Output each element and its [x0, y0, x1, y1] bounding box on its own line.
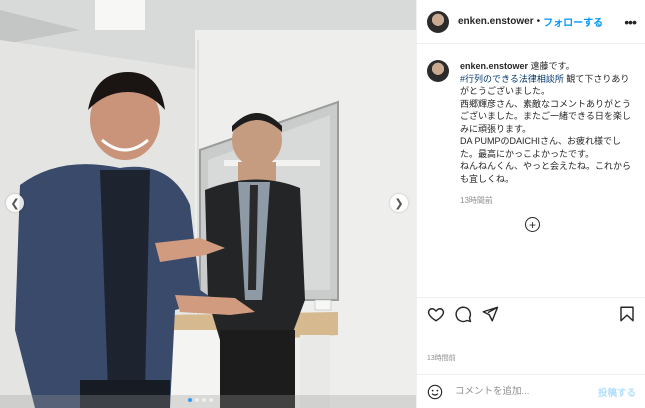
- comment-icon[interactable]: [454, 305, 472, 323]
- caption-line4: DA PUMPのDAICHIさん、お疲れ様でした。最高にかっこよかったです。: [460, 136, 622, 159]
- load-more-comments-icon[interactable]: +: [525, 217, 540, 232]
- carousel-dot: [209, 398, 213, 402]
- share-icon[interactable]: [481, 305, 499, 323]
- caption-body: enken.enstower 遠藤です。 #行列のできる法律相談所 観て下さりあ…: [460, 60, 632, 208]
- caption: enken.enstower 遠藤です。 #行列のできる法律相談所 観て下さりあ…: [417, 44, 645, 208]
- emoji-icon[interactable]: [427, 384, 443, 400]
- post-comment-button[interactable]: 投稿する: [598, 385, 636, 399]
- caption-username[interactable]: enken.enstower: [460, 61, 528, 71]
- post-photo[interactable]: ❮ ❯: [0, 0, 416, 408]
- bookmark-icon[interactable]: [618, 305, 636, 323]
- carousel-dot: [202, 398, 206, 402]
- action-bar: [417, 297, 645, 331]
- carousel-dot: [188, 398, 192, 402]
- post-side-panel: enken.enstower • フォローする ••• enken.enstow…: [416, 0, 645, 408]
- heart-icon[interactable]: [427, 305, 445, 323]
- caption-line5: ねんねんくん、やっと会えたね。これからも宜しくね。: [460, 161, 632, 184]
- caption-timestamp[interactable]: 13時間前: [460, 195, 632, 208]
- instagram-post-window: ❮ ❯ enken.enstower • フォローする ••• enken.en…: [0, 0, 645, 408]
- post-timestamp[interactable]: 13時間前: [427, 353, 456, 363]
- chevron-right-icon: ❯: [394, 196, 404, 210]
- post-header: enken.enstower • フォローする •••: [417, 0, 645, 44]
- more-options-icon[interactable]: •••: [624, 14, 637, 30]
- carousel-indicator: [188, 398, 213, 402]
- avatar[interactable]: [427, 10, 449, 33]
- follow-button[interactable]: フォローする: [543, 14, 603, 29]
- photo-image: [0, 0, 416, 408]
- caption-line1: 遠藤です。: [530, 61, 575, 71]
- header-username[interactable]: enken.enstower: [458, 16, 534, 27]
- caption-line3: 西郷輝彦さん、素敵なコメントありがとうございました。またご一緒できる日を楽しみに…: [460, 98, 632, 134]
- carousel-dot: [195, 398, 199, 402]
- carousel-previous-button[interactable]: ❮: [6, 194, 24, 212]
- comment-form: 投稿する: [417, 374, 645, 408]
- comment-input[interactable]: [453, 385, 587, 398]
- carousel-next-button[interactable]: ❯: [390, 194, 408, 212]
- chevron-left-icon: ❮: [10, 196, 20, 210]
- caption-avatar[interactable]: [427, 60, 449, 82]
- caption-hashtag[interactable]: #行列のできる法律相談所: [460, 74, 564, 84]
- separator-dot: •: [536, 16, 541, 27]
